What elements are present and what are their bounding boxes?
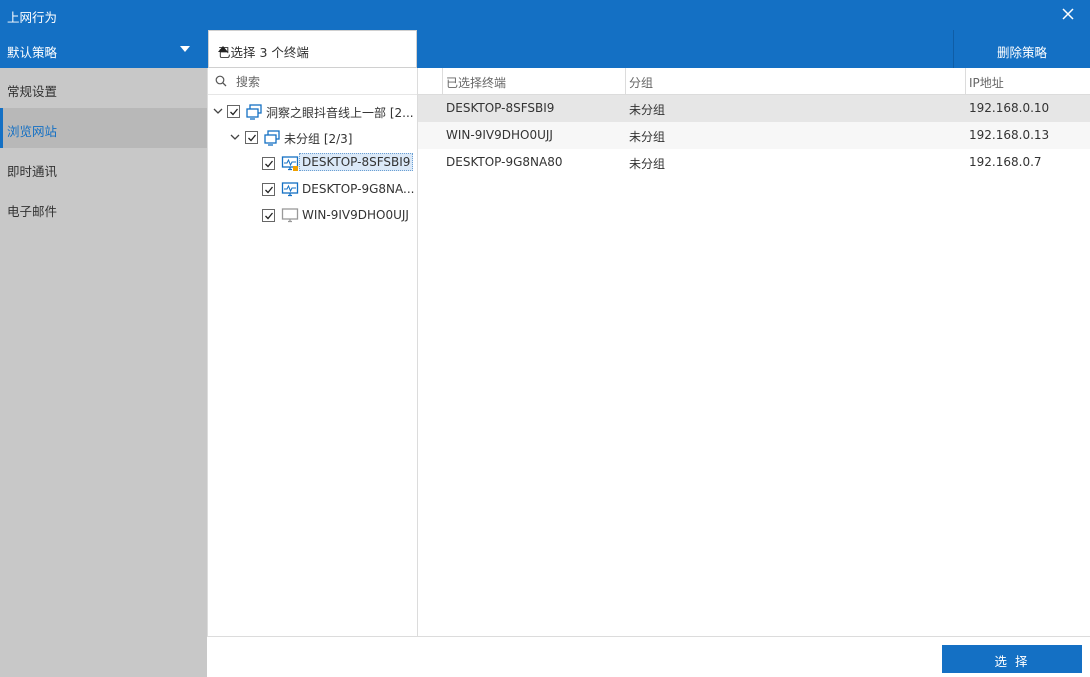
cell-group: 未分组: [629, 130, 666, 144]
table-row[interactable]: DESKTOP-9G8NA80 未分组 192.168.0.7: [418, 149, 1090, 176]
tree-node-label: 洞察之眼抖音线上一部 [2...: [266, 106, 414, 120]
column-header-ip[interactable]: IP地址: [965, 68, 1090, 95]
tree-node-label: DESKTOP-8SFSBI9: [299, 153, 414, 171]
terminal-checkbox[interactable]: [262, 209, 275, 222]
search-icon: [215, 75, 227, 87]
checkmark-icon: [265, 160, 274, 168]
close-icon[interactable]: [1060, 6, 1076, 22]
cell-ip: 192.168.0.10: [969, 101, 1050, 115]
table-row[interactable]: DESKTOP-8SFSBI9 未分组 192.168.0.10: [418, 95, 1090, 122]
chevron-down-icon[interactable]: [212, 105, 224, 117]
tree-node-root[interactable]: 洞察之眼抖音线上一部 [2...: [208, 100, 417, 124]
table-row[interactable]: WIN-9IV9DHO0UJJ 未分组 192.168.0.13: [418, 122, 1090, 149]
delete-policy-button[interactable]: 删除策略: [953, 30, 1090, 68]
cell-ip: 192.168.0.7: [969, 155, 1042, 169]
delete-policy-label: 删除策略: [996, 45, 1047, 60]
tree-node-terminal[interactable]: DESKTOP-8SFSBI9: [208, 152, 417, 176]
tree-group-checkbox[interactable]: [245, 131, 258, 144]
footer-bar: 选 择: [207, 636, 1090, 677]
sidebar-item-email[interactable]: 电子邮件: [0, 188, 207, 228]
terminal-tree-panel: 洞察之眼抖音线上一部 [2... 未分组 [2/3] DESKTOP-8SFSB…: [207, 68, 418, 636]
checkmark-icon: [230, 108, 239, 116]
select-button[interactable]: 选 择: [942, 645, 1082, 673]
sidebar-item-label: 浏览网站: [7, 124, 58, 139]
selected-terminals-table: 已选择终端 分组 IP地址 DESKTOP-8SFSBI9 未分组 192.16…: [418, 68, 1090, 636]
sidebar-item-general[interactable]: 常规设置: [0, 68, 207, 108]
policy-dropdown[interactable]: 默认策略: [0, 30, 207, 68]
terminal-select-label: 已选择 3 个终端: [218, 45, 309, 60]
cell-terminal: DESKTOP-9G8NA80: [446, 155, 563, 169]
computer-online-icon: [281, 182, 299, 197]
select-button-label: 选 择: [994, 654, 1030, 669]
terminal-checkbox[interactable]: [262, 183, 275, 196]
tree-node-terminal[interactable]: DESKTOP-9G8NA...: [208, 178, 417, 202]
chevron-up-icon: [218, 46, 228, 52]
window-title: 上网行为: [7, 10, 58, 25]
tree-node-label: WIN-9IV9DHO0UJJ: [302, 208, 409, 222]
header-bar: 默认策略 删除策略: [0, 30, 1090, 68]
tree-node-label: 未分组 [2/3]: [284, 132, 353, 146]
group-icon: [264, 130, 280, 146]
sidebar: 常规设置 浏览网站 即时通讯 电子邮件: [0, 68, 207, 636]
cell-group: 未分组: [629, 157, 666, 171]
tree-node-terminal[interactable]: WIN-9IV9DHO0UJJ: [208, 204, 417, 228]
table-header: 已选择终端 分组 IP地址: [418, 68, 1090, 95]
sidebar-item-label: 即时通讯: [7, 164, 58, 179]
checkmark-icon: [248, 134, 257, 142]
sidebar-item-web-browsing[interactable]: 浏览网站: [0, 108, 207, 148]
cell-ip: 192.168.0.13: [969, 128, 1050, 142]
column-header-terminal[interactable]: 已选择终端: [442, 68, 625, 95]
sidebar-item-instant-messaging[interactable]: 即时通讯: [0, 148, 207, 188]
group-icon: [246, 104, 262, 120]
checkmark-icon: [265, 212, 274, 220]
cell-terminal: DESKTOP-8SFSBI9: [446, 101, 555, 115]
chevron-down-icon[interactable]: [229, 131, 241, 143]
tree-node-group[interactable]: 未分组 [2/3]: [208, 126, 417, 150]
computer-offline-icon: [281, 208, 299, 223]
sidebar-item-label: 电子邮件: [7, 204, 58, 219]
search-bar: [208, 68, 417, 95]
checkmark-icon: [265, 186, 274, 194]
policy-dropdown-label: 默认策略: [7, 45, 58, 60]
tree-node-label: DESKTOP-9G8NA...: [302, 182, 415, 196]
sidebar-footer: [0, 636, 207, 677]
tree-root-checkbox[interactable]: [227, 105, 240, 118]
cell-group: 未分组: [629, 103, 666, 117]
terminal-checkbox[interactable]: [262, 157, 275, 170]
title-bar: 上网行为: [0, 0, 1090, 30]
computer-online-icon: [281, 156, 299, 171]
terminal-select-dropdown[interactable]: 已选择 3 个终端: [208, 30, 417, 68]
column-header-group[interactable]: 分组: [625, 68, 965, 95]
chevron-down-icon: [180, 46, 190, 52]
search-input[interactable]: [236, 72, 406, 91]
sidebar-item-label: 常规设置: [7, 84, 58, 99]
cell-terminal: WIN-9IV9DHO0UJJ: [446, 128, 553, 142]
